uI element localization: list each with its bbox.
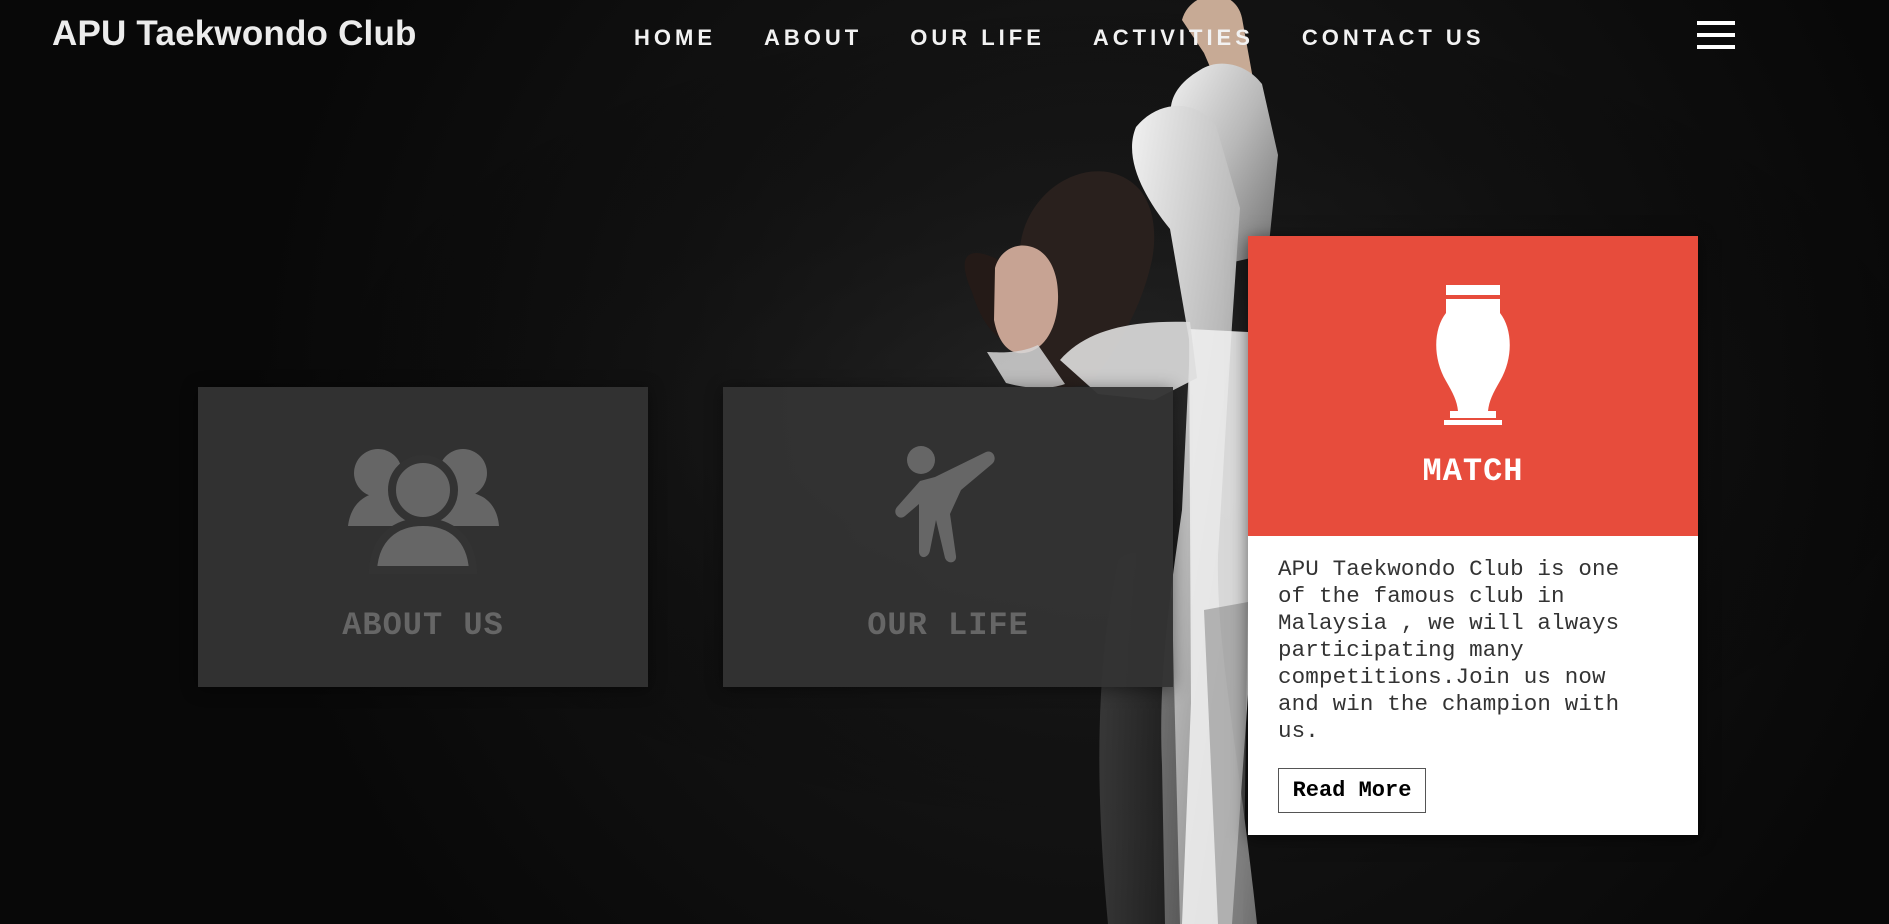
brand-title[interactable]: APU Taekwondo Club [52,14,417,54]
trophy-icon [1436,285,1510,425]
match-card: MATCH APU Taekwondo Club is one of the f… [1248,236,1698,835]
nav-contact-us[interactable]: CONTACT US [1302,24,1485,52]
hamburger-menu-icon [1697,21,1735,25]
nav-our-life[interactable]: OUR LIFE [910,24,1045,52]
about-us-title: ABOUT US [342,607,504,644]
main-navigation: HOME ABOUT OUR LIFE ACTIVITIES CONTACT U… [634,24,1485,52]
our-life-card[interactable]: OUR LIFE [723,387,1173,687]
read-more-button[interactable]: Read More [1278,768,1426,813]
nav-activities[interactable]: ACTIVITIES [1093,24,1254,52]
nav-home[interactable]: HOME [634,24,716,52]
landing-page: APU Taekwondo Club HOME ABOUT OUR LIFE A… [0,0,1889,924]
hamburger-menu-button[interactable] [1697,18,1737,52]
match-title: MATCH [1422,453,1524,490]
nav-about[interactable]: ABOUT [764,24,862,52]
match-description: APU Taekwondo Club is one of the famous … [1278,556,1620,744]
match-card-header: MATCH [1248,236,1698,536]
our-life-title: OUR LIFE [867,607,1029,644]
group-users-icon [348,449,499,574]
hamburger-menu-icon-line [1697,45,1735,49]
hamburger-menu-icon-line [1697,33,1735,37]
about-us-card[interactable]: ABOUT US [198,387,648,687]
kick-figure-icon [895,446,995,563]
